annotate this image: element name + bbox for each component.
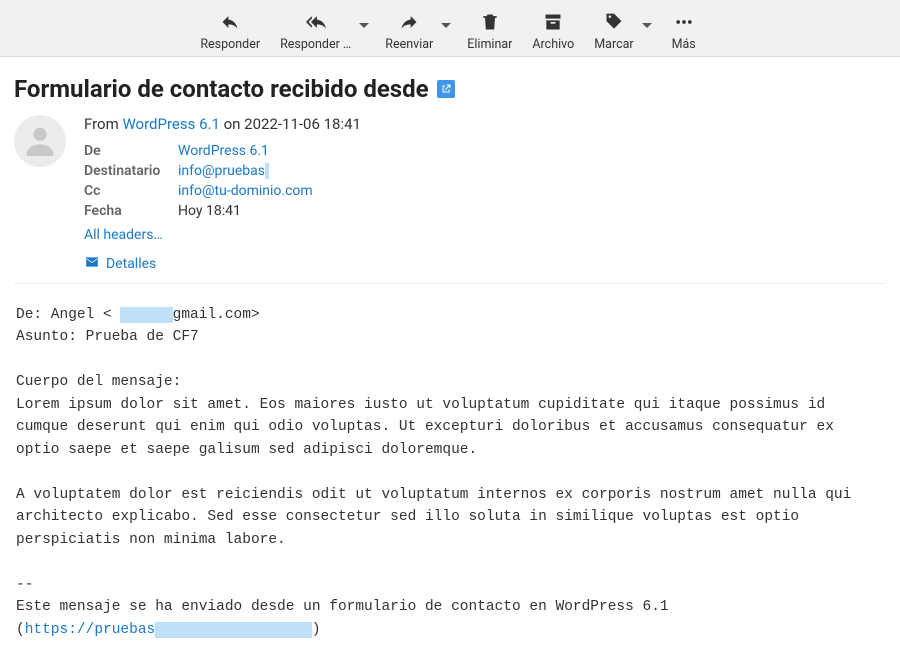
header-val-fecha: Hoy 18:41 [178, 203, 241, 219]
header-row-from: De WordPress 6.1 [84, 141, 886, 161]
header-key-cc: Cc [84, 183, 178, 199]
more-button[interactable]: Más [660, 6, 708, 54]
envelope-icon [84, 255, 100, 273]
forward-icon [398, 10, 420, 34]
subject-line: Formulario de contacto recibido desde [14, 75, 886, 103]
tag-icon [604, 10, 624, 34]
body-footer-text: Este mensaje se ha enviado desde un form… [16, 599, 669, 615]
external-link-icon[interactable] [437, 80, 455, 98]
from-prefix: From [84, 115, 122, 133]
archive-icon [543, 10, 563, 34]
header-val-de[interactable]: WordPress 6.1 [178, 143, 269, 159]
more-group: Más [660, 6, 708, 54]
body-footer-open: ( [16, 622, 25, 638]
archive-group: Archivo [524, 6, 582, 54]
delete-label: Eliminar [467, 37, 512, 52]
reply-all-button[interactable]: Responder … [272, 6, 359, 54]
forward-label: Reenviar [385, 37, 433, 52]
body-from-redact [120, 307, 172, 323]
more-label: Más [672, 37, 696, 52]
mark-dropdown[interactable] [642, 6, 656, 35]
toolbar-inner: Responder Responder … Reenviar [192, 6, 707, 54]
reply-all-label: Responder … [280, 37, 351, 52]
from-date: 2022-11-06 18:41 [244, 115, 361, 133]
header-key-dest: Destinatario [84, 163, 178, 179]
trash-icon [480, 10, 500, 34]
body-footer-link[interactable]: https://pruebas [25, 622, 156, 638]
forward-button[interactable]: Reenviar [377, 6, 441, 54]
body-para2: A voluptatem dolor est reiciendis odit u… [16, 487, 860, 548]
body-from-suffix: gmail.com> [173, 307, 260, 323]
message-content: Formulario de contacto recibido desde Fr… [0, 57, 900, 661]
avatar [14, 115, 66, 167]
from-on: on [220, 115, 244, 133]
from-line: From WordPress 6.1 on 2022-11-06 18:41 [84, 115, 886, 133]
message-subject: Formulario de contacto recibido desde [14, 75, 429, 103]
header-key-fecha: Fecha [84, 203, 178, 219]
details-link[interactable]: Detalles [106, 256, 156, 272]
header-key-de: De [84, 143, 178, 159]
body-from-prefix: De: Angel < [16, 307, 120, 323]
toolbar: Responder Responder … Reenviar [0, 0, 900, 57]
header-row-cc: Cc info@tu-dominio.com [84, 181, 886, 201]
redacted-dest [265, 163, 269, 179]
reply-all-icon [304, 10, 328, 34]
mark-button[interactable]: Marcar [586, 6, 641, 54]
forward-dropdown[interactable] [441, 6, 455, 35]
body-subject-line: Asunto: Prueba de CF7 [16, 329, 199, 345]
message-body: De: Angel < gmail.com> Asunto: Prueba de… [14, 284, 886, 651]
body-footer-redact [155, 622, 312, 638]
body-para1: Lorem ipsum dolor sit amet. Eos maiores … [16, 397, 843, 458]
forward-group: Reenviar [377, 6, 455, 54]
body-footer-close: ) [312, 622, 321, 638]
reply-all-dropdown[interactable] [359, 6, 373, 35]
reply-button[interactable]: Responder [192, 6, 268, 54]
mark-group: Marcar [586, 6, 655, 54]
reply-all-group: Responder … [272, 6, 373, 54]
header-val-dest[interactable]: info@pruebas [178, 163, 265, 179]
header-block: From WordPress 6.1 on 2022-11-06 18:41 D… [14, 115, 886, 284]
archive-label: Archivo [532, 37, 574, 52]
reply-label: Responder [200, 37, 260, 52]
header-table: De WordPress 6.1 Destinatario info@prueb… [84, 141, 886, 245]
archive-button[interactable]: Archivo [524, 6, 582, 54]
all-headers-row: All headers… [84, 225, 886, 245]
delete-group: Eliminar [459, 6, 520, 54]
body-intro: Cuerpo del mensaje: [16, 374, 181, 390]
details-row[interactable]: Detalles [84, 255, 886, 273]
header-val-cc[interactable]: info@tu-dominio.com [178, 183, 313, 199]
more-icon [674, 10, 694, 34]
reply-group: Responder [192, 6, 268, 54]
body-separator: -- [16, 577, 33, 593]
header-info: From WordPress 6.1 on 2022-11-06 18:41 D… [84, 115, 886, 273]
delete-button[interactable]: Eliminar [459, 6, 520, 54]
header-row-date: Fecha Hoy 18:41 [84, 201, 886, 221]
reply-icon [219, 10, 241, 34]
header-row-to: Destinatario info@pruebas [84, 161, 886, 181]
mark-label: Marcar [594, 37, 633, 52]
all-headers-link[interactable]: All headers… [84, 227, 163, 243]
from-sender-link[interactable]: WordPress 6.1 [122, 115, 219, 133]
